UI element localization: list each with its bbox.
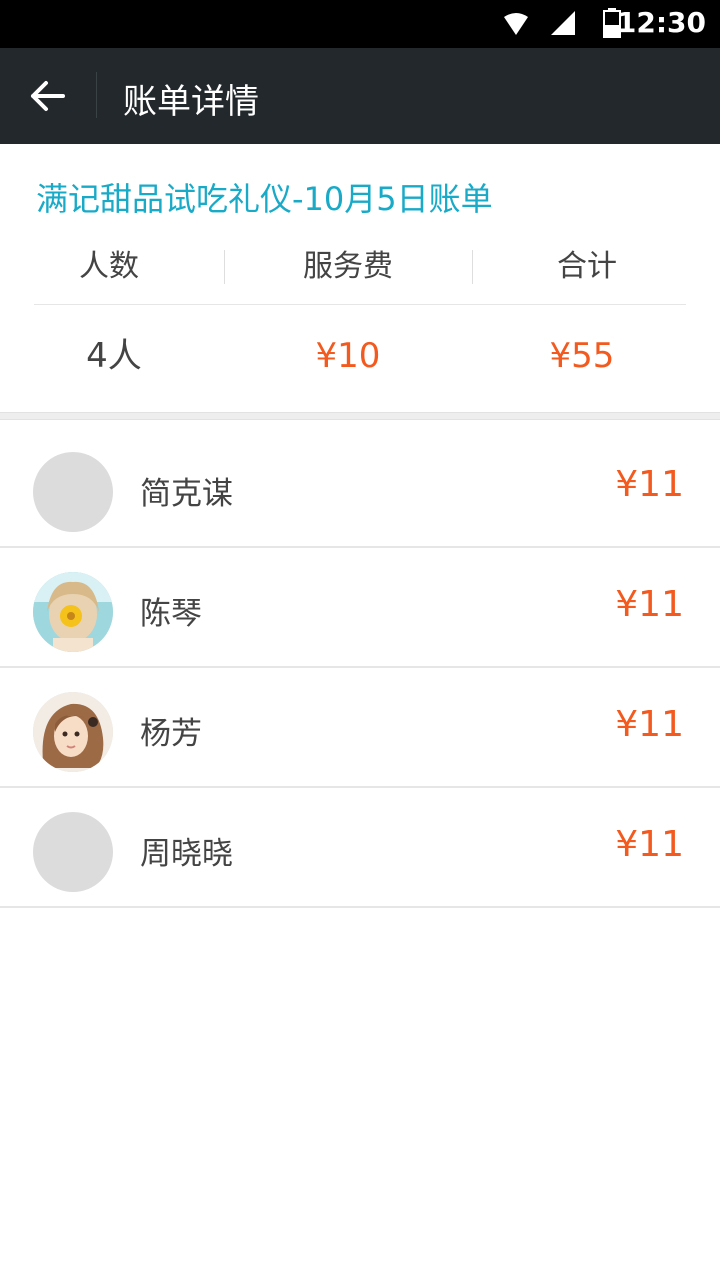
- avatar: [33, 692, 113, 772]
- avatar: [33, 572, 113, 652]
- toolbar-divider: [96, 72, 97, 118]
- member-amount: ¥11: [615, 704, 684, 745]
- avatar: [33, 812, 113, 892]
- member-row[interactable]: 杨芳 ¥11: [0, 668, 720, 788]
- back-button[interactable]: [16, 68, 80, 124]
- avatar-photo: [33, 692, 113, 772]
- wifi-icon: [504, 13, 528, 35]
- summary-header-row: 人数 服务费 合计: [34, 242, 686, 305]
- signal-icon: [551, 11, 575, 35]
- total-value: ¥55: [549, 336, 615, 376]
- member-name: 简克谋: [140, 476, 233, 512]
- header-total: 合计: [557, 249, 617, 284]
- avatar-photo: [33, 572, 113, 652]
- page-title: 账单详情: [123, 82, 259, 122]
- service-fee-value: ¥10: [315, 336, 381, 376]
- bill-title: 满记甜品试吃礼仪-10月5日账单: [36, 180, 493, 218]
- member-name: 周晓晓: [140, 836, 233, 872]
- status-time: 12:30: [616, 6, 706, 39]
- member-amount: ¥11: [615, 584, 684, 625]
- avatar: [33, 452, 113, 532]
- status-bar: 12:30: [0, 0, 720, 48]
- member-name: 陈琴: [140, 596, 202, 632]
- people-count: 4人: [86, 336, 142, 376]
- toolbar: 账单详情: [0, 48, 720, 144]
- member-name: 杨芳: [140, 716, 202, 752]
- member-row[interactable]: 简克谋 ¥11: [0, 428, 720, 548]
- member-row[interactable]: 周晓晓 ¥11: [0, 788, 720, 908]
- header-people: 人数: [79, 249, 139, 284]
- header-service-fee: 服务费: [303, 249, 393, 284]
- member-row[interactable]: 陈琴 ¥11: [0, 548, 720, 668]
- section-divider: [0, 412, 720, 420]
- bill-summary: 满记甜品试吃礼仪-10月5日账单 人数 服务费 合计 4人 ¥10 ¥55: [0, 144, 720, 412]
- arrow-left-icon: [31, 81, 65, 111]
- member-amount: ¥11: [615, 824, 684, 865]
- summary-value-row: 4人 ¥10 ¥55: [34, 316, 686, 396]
- member-amount: ¥11: [615, 464, 684, 505]
